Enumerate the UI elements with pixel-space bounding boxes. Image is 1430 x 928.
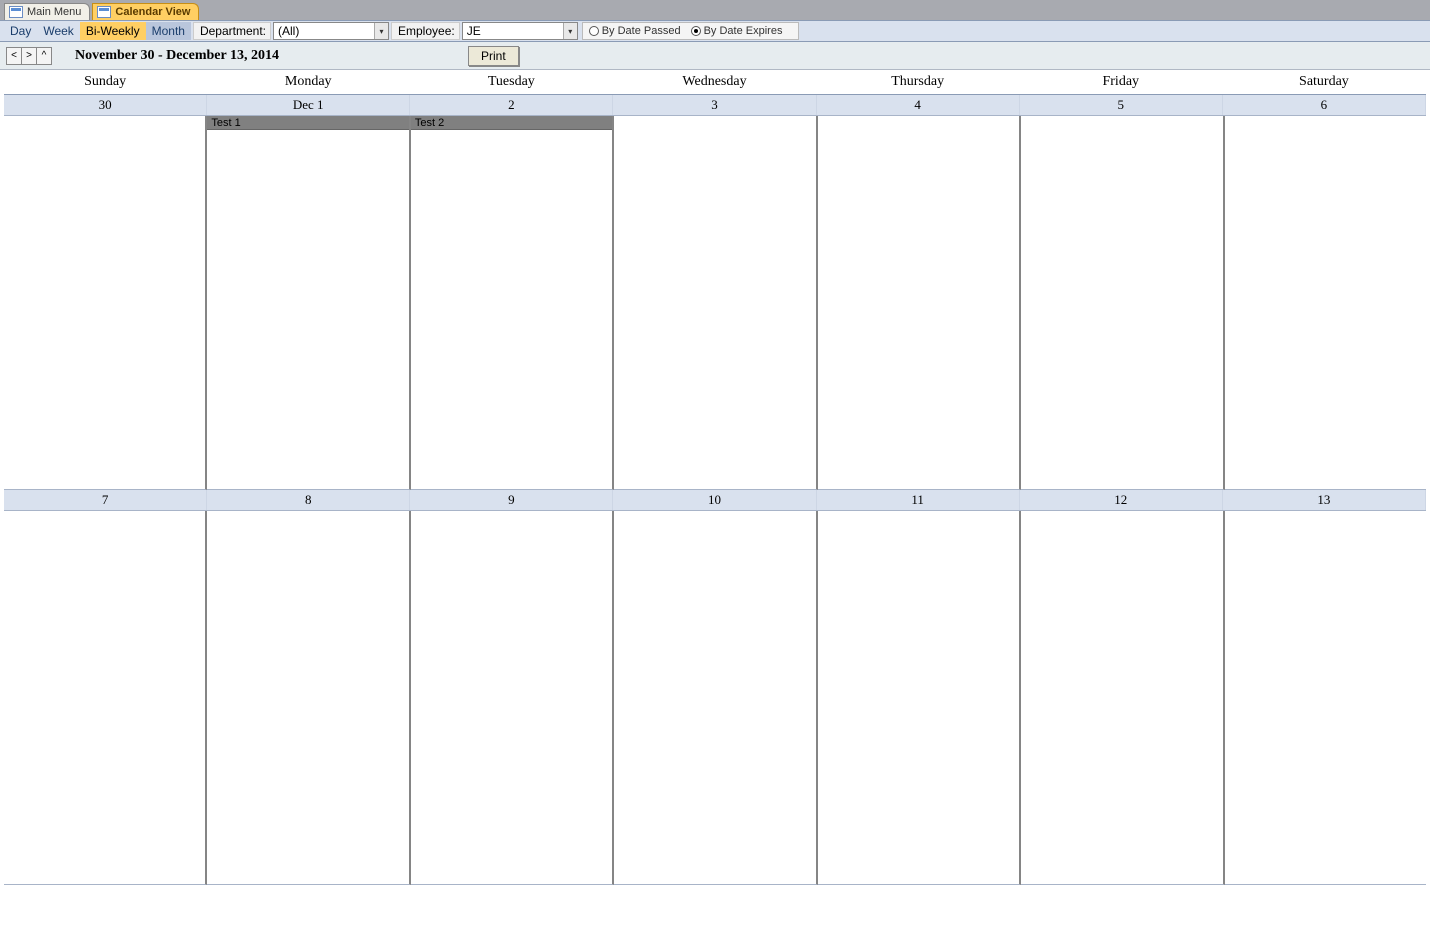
toolbar: Day Week Bi-Weekly Month Department: (Al… xyxy=(0,20,1430,42)
employee-dropdown[interactable]: JE ▾ xyxy=(462,22,578,40)
date-number[interactable]: 9 xyxy=(410,490,613,510)
day-header: Friday xyxy=(1020,70,1223,94)
date-number[interactable]: 7 xyxy=(4,490,207,510)
nav-up-button[interactable]: ^ xyxy=(36,47,52,65)
calendar-event[interactable]: Test 2 xyxy=(411,116,612,130)
day-header: Thursday xyxy=(817,70,1020,94)
radio-icon xyxy=(691,26,701,36)
radio-label: By Date Expires xyxy=(704,25,783,37)
nav-row: < > ^ November 30 - December 13, 2014 Pr… xyxy=(0,42,1430,70)
view-month-button[interactable]: Month xyxy=(146,22,191,40)
radio-icon xyxy=(589,26,599,36)
day-cell[interactable] xyxy=(614,116,817,490)
chevron-down-icon: ▾ xyxy=(374,23,388,39)
week2-date-row: 7 8 9 10 11 12 13 xyxy=(4,490,1426,511)
day-header: Sunday xyxy=(4,70,207,94)
tab-bar: Main Menu Calendar View xyxy=(0,0,1430,20)
date-number[interactable]: 13 xyxy=(1223,490,1426,510)
form-icon xyxy=(97,6,111,18)
tab-label: Calendar View xyxy=(115,6,190,18)
tab-main-menu[interactable]: Main Menu xyxy=(4,3,90,20)
day-cell[interactable] xyxy=(207,511,410,885)
date-number[interactable]: 30 xyxy=(4,95,207,115)
date-number[interactable]: 5 xyxy=(1020,95,1223,115)
date-number[interactable]: 11 xyxy=(817,490,1020,510)
day-header: Saturday xyxy=(1223,70,1426,94)
nav-prev-button[interactable]: < xyxy=(6,47,22,65)
day-header: Wednesday xyxy=(613,70,816,94)
day-header: Tuesday xyxy=(410,70,613,94)
date-filter-radio-group: By Date Passed By Date Expires xyxy=(582,22,800,40)
print-button[interactable]: Print xyxy=(468,46,519,66)
day-cell[interactable] xyxy=(4,116,207,490)
date-number[interactable]: Dec 1 xyxy=(207,95,410,115)
employee-label: Employee: xyxy=(391,22,460,40)
day-cell[interactable] xyxy=(4,511,207,885)
day-cell[interactable]: Test 1 xyxy=(207,116,410,490)
calendar: Sunday Monday Tuesday Wednesday Thursday… xyxy=(0,70,1430,885)
chevron-down-icon: ▾ xyxy=(563,23,577,39)
date-number[interactable]: 8 xyxy=(207,490,410,510)
radio-by-date-expires[interactable]: By Date Expires xyxy=(691,25,783,37)
day-cell[interactable] xyxy=(1225,116,1426,490)
date-range-label: November 30 - December 13, 2014 xyxy=(75,48,279,64)
view-week-button[interactable]: Week xyxy=(37,22,79,40)
date-number[interactable]: 4 xyxy=(817,95,1020,115)
day-cell[interactable] xyxy=(614,511,817,885)
department-label: Department: xyxy=(193,22,271,40)
employee-value: JE xyxy=(463,24,563,38)
week1-body: Test 1 Test 2 xyxy=(4,116,1426,490)
day-cell[interactable] xyxy=(818,511,1021,885)
date-number[interactable]: 6 xyxy=(1223,95,1426,115)
date-number[interactable]: 2 xyxy=(410,95,613,115)
day-header-row: Sunday Monday Tuesday Wednesday Thursday… xyxy=(4,70,1426,95)
view-day-button[interactable]: Day xyxy=(4,22,37,40)
department-value: (All) xyxy=(274,24,374,38)
tab-calendar-view[interactable]: Calendar View xyxy=(92,3,199,20)
calendar-event[interactable]: Test 1 xyxy=(207,116,408,130)
nav-next-button[interactable]: > xyxy=(21,47,37,65)
day-cell[interactable] xyxy=(1225,511,1426,885)
date-number[interactable]: 12 xyxy=(1020,490,1223,510)
radio-by-date-passed[interactable]: By Date Passed xyxy=(589,25,681,37)
tab-label: Main Menu xyxy=(27,6,81,18)
day-cell[interactable] xyxy=(818,116,1021,490)
day-cell[interactable]: Test 2 xyxy=(411,116,614,490)
week2-body xyxy=(4,511,1426,885)
day-cell[interactable] xyxy=(1021,116,1224,490)
view-biweekly-button[interactable]: Bi-Weekly xyxy=(80,22,146,40)
department-dropdown[interactable]: (All) ▾ xyxy=(273,22,389,40)
date-number[interactable]: 10 xyxy=(613,490,816,510)
date-number[interactable]: 3 xyxy=(613,95,816,115)
day-cell[interactable] xyxy=(1021,511,1224,885)
day-header: Monday xyxy=(207,70,410,94)
form-icon xyxy=(9,6,23,18)
radio-label: By Date Passed xyxy=(602,25,681,37)
day-cell[interactable] xyxy=(411,511,614,885)
nav-buttons: < > ^ xyxy=(6,47,51,65)
week1-date-row: 30 Dec 1 2 3 4 5 6 xyxy=(4,95,1426,116)
